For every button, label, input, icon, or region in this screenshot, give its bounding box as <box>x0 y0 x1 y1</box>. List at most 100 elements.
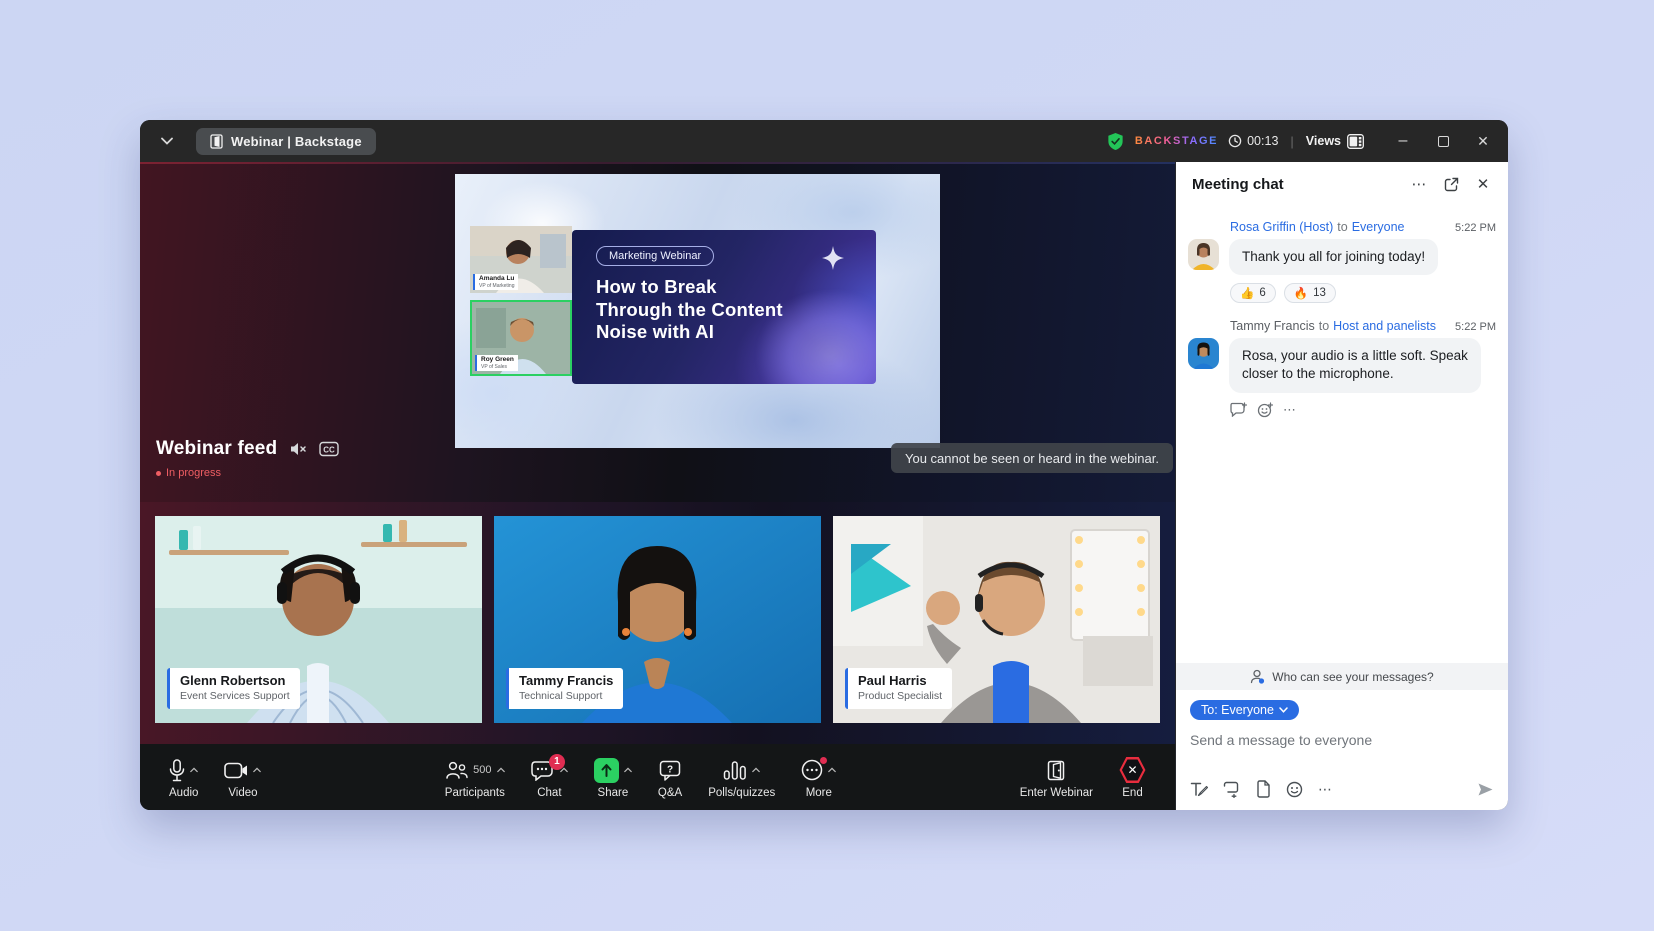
minimize-button[interactable]: – <box>1388 127 1418 155</box>
caret-up-icon <box>624 766 632 774</box>
stage-door-icon <box>210 134 223 149</box>
tab-label: Webinar | Backstage <box>231 134 362 149</box>
reaction-thumbs-up[interactable]: 👍6 <box>1230 283 1276 303</box>
speaker-thumbnail-roy: Roy Green VP of Sales <box>470 300 572 376</box>
closed-captions-icon[interactable]: CC <box>319 441 339 457</box>
live-dot-icon <box>156 471 161 476</box>
maximize-button[interactable] <box>1428 127 1458 155</box>
video-tiles-row: Glenn Robertson Event Services Support <box>155 516 1160 723</box>
feed-header: Webinar feed CC In progress <box>156 438 339 479</box>
svg-text:?: ? <box>667 764 673 775</box>
toolbar-right-group: Enter Webinar ✕ End <box>1007 749 1159 805</box>
screen-capture-icon[interactable] <box>1223 781 1241 798</box>
webinar-app-window: Webinar | Backstage BACKSTAGE 00:13 | Vi… <box>140 120 1508 810</box>
camera-icon <box>224 762 248 779</box>
sender-name: Tammy Francis <box>1230 319 1315 333</box>
backstage-toast: You cannot be seen or heard in the webin… <box>891 443 1173 473</box>
feed-title: Webinar feed <box>156 438 277 460</box>
chat-popout-button[interactable] <box>1438 171 1464 197</box>
person-visibility-icon <box>1250 669 1265 684</box>
caret-up-icon <box>190 766 198 774</box>
message-header: Tammy Francis to Host and panelists 5:22… <box>1230 319 1496 333</box>
more-notification-dot <box>820 757 827 764</box>
chat-title: Meeting chat <box>1192 176 1284 193</box>
window-menu-chevron[interactable] <box>154 128 180 154</box>
video-tile-glenn[interactable]: Glenn Robertson Event Services Support <box>155 516 482 723</box>
compose-toolbar: ⋯ <box>1190 780 1494 798</box>
svg-text:CC: CC <box>324 445 336 454</box>
clock-icon <box>1228 134 1242 148</box>
caret-up-icon <box>828 766 836 774</box>
message-bubble: Rosa, your audio is a little soft. Speak… <box>1229 338 1481 392</box>
meeting-chat-panel: Meeting chat ⋯ ✕ Rosa Griffin (Host) <box>1175 162 1508 810</box>
compose-area: To: Everyone Send a message to everyone <box>1176 690 1508 810</box>
tab-webinar-backstage[interactable]: Webinar | Backstage <box>196 128 376 155</box>
message-reactions: 👍6 🔥13 <box>1230 283 1496 303</box>
recipient-selector-chip[interactable]: To: Everyone <box>1190 700 1299 720</box>
more-button[interactable]: More <box>788 749 849 805</box>
message-row: Rosa, your audio is a little soft. Speak… <box>1188 338 1496 392</box>
reaction-fire[interactable]: 🔥13 <box>1284 283 1336 303</box>
chevron-down-icon <box>161 137 173 145</box>
titlebar: Webinar | Backstage BACKSTAGE 00:13 | Vi… <box>140 120 1508 162</box>
message-header: Rosa Griffin (Host) to Everyone 5:22 PM <box>1230 220 1496 234</box>
compose-more-icon[interactable]: ⋯ <box>1318 781 1332 798</box>
minimize-icon: – <box>1399 132 1408 150</box>
toolbar-center-group: 500 Participants 1 <box>432 749 850 805</box>
who-can-see-banner[interactable]: Who can see your messages? <box>1176 663 1508 690</box>
participant-name-tag: Paul Harris Product Specialist <box>845 668 952 709</box>
caret-up-icon <box>253 766 261 774</box>
send-icon[interactable] <box>1477 782 1494 797</box>
message-time: 5:22 PM <box>1455 321 1496 333</box>
polls-icon <box>723 760 747 781</box>
enter-webinar-door-icon <box>1047 760 1065 781</box>
emoji-icon[interactable] <box>1286 781 1303 798</box>
slide-heading: How to Break Through the Content Noise w… <box>596 276 783 344</box>
muted-speaker-icon[interactable] <box>289 441 307 457</box>
quote-reply-icon[interactable] <box>1230 402 1247 417</box>
share-button[interactable]: Share <box>581 749 645 805</box>
sparkle-logo-icon <box>816 244 850 278</box>
participants-count: 500 <box>473 764 491 776</box>
window-close-button[interactable]: ✕ <box>1468 127 1498 155</box>
audio-button[interactable]: Audio <box>156 749 211 805</box>
views-label: Views <box>1306 134 1341 148</box>
recipient-name: Host and panelists <box>1333 319 1436 333</box>
chat-button[interactable]: 1 Chat <box>518 749 581 805</box>
views-button[interactable]: Views <box>1306 134 1364 149</box>
layout-views-icon <box>1347 134 1364 149</box>
chat-header: Meeting chat ⋯ ✕ <box>1176 162 1508 206</box>
sender-name: Rosa Griffin (Host) <box>1230 220 1333 234</box>
video-tile-tammy[interactable]: Tammy Francis Technical Support <box>494 516 821 723</box>
titlebar-divider: | <box>1288 134 1295 149</box>
toolbar-left-group: Audio Video <box>156 749 274 805</box>
message-bubble: Thank you all for joining today! <box>1229 239 1438 275</box>
chat-close-button[interactable]: ✕ <box>1470 171 1496 197</box>
enter-webinar-button[interactable]: Enter Webinar <box>1007 749 1106 805</box>
end-button[interactable]: ✕ End <box>1106 749 1159 805</box>
close-icon: ✕ <box>1477 133 1489 150</box>
chat-messages: Rosa Griffin (Host) to Everyone 5:22 PM … <box>1176 206 1508 663</box>
video-tile-paul[interactable]: Paul Harris Product Specialist <box>833 516 1160 723</box>
add-reaction-icon[interactable] <box>1257 402 1273 418</box>
shield-check-icon <box>1106 132 1125 151</box>
attach-file-icon[interactable] <box>1256 780 1271 798</box>
webinar-feed-preview: Marketing Webinar How to Break Through t… <box>455 174 940 448</box>
participant-name-tag: Glenn Robertson Event Services Support <box>167 668 300 709</box>
chat-unread-badge: 1 <box>549 754 565 770</box>
session-timer: 00:13 <box>1228 134 1278 148</box>
qa-button[interactable]: ? Q&A <box>645 749 695 805</box>
maximize-icon <box>1438 136 1449 147</box>
message-input[interactable]: Send a message to everyone <box>1190 732 1494 772</box>
recipient-name: Everyone <box>1352 220 1405 234</box>
qa-icon: ? <box>659 760 681 781</box>
presentation-slide: Marketing Webinar How to Break Through t… <box>572 230 876 384</box>
chat-more-button[interactable]: ⋯ <box>1406 171 1432 197</box>
video-button[interactable]: Video <box>211 749 274 805</box>
text-format-icon[interactable] <box>1190 781 1208 798</box>
close-icon: ✕ <box>1477 175 1490 193</box>
polls-button[interactable]: Polls/quizzes <box>695 749 788 805</box>
message-more-icon[interactable]: ⋯ <box>1283 402 1296 418</box>
participants-button[interactable]: 500 Participants <box>432 749 518 805</box>
thumbnail-name-tag: Amanda Lu VP of Marketing <box>473 274 518 290</box>
